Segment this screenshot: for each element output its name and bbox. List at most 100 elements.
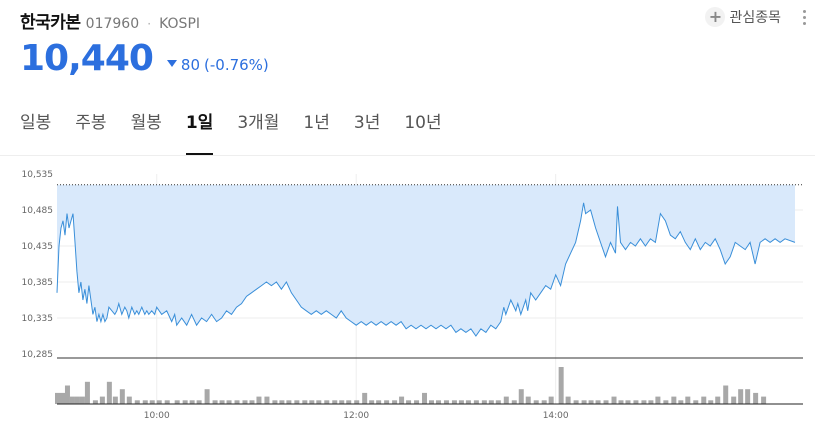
volume-bar	[332, 400, 338, 404]
volume-bar	[761, 396, 767, 404]
volume-bar	[174, 400, 180, 404]
volume-bar	[488, 400, 494, 404]
y-tick-label: 10,335	[22, 314, 54, 324]
period-tabs: 일봉 주봉 월봉 1일 3개월 1년 3년 10년	[20, 108, 466, 155]
volume-bar	[316, 400, 322, 404]
volume-bar	[324, 400, 330, 404]
plus-icon: +	[705, 7, 726, 27]
volume-bar	[663, 400, 669, 404]
volume-bar	[392, 400, 398, 404]
y-tick-label: 10,485	[22, 206, 54, 216]
tab-2[interactable]: 월봉	[131, 108, 162, 154]
volume-bar	[106, 381, 112, 404]
volume-bar	[142, 400, 148, 404]
volume-bar	[234, 400, 240, 404]
volume-bar	[79, 396, 85, 404]
volume-bar	[99, 396, 105, 404]
volume-bar	[618, 400, 624, 404]
price-change: 80 (-0.76%)	[166, 56, 269, 74]
volume-bar	[625, 400, 631, 404]
tab-0[interactable]: 일봉	[20, 108, 51, 154]
stock-code: 017960	[85, 16, 140, 32]
volume-bar	[581, 400, 587, 404]
volume-bar	[346, 400, 352, 404]
tab-3[interactable]: 1일	[185, 108, 214, 155]
price-row: 10,440 80 (-0.76%)	[20, 38, 269, 79]
volume-bar	[399, 396, 405, 404]
volume-bar	[204, 389, 210, 404]
volume-bar	[611, 396, 617, 404]
stock-name: 한국카본	[20, 13, 81, 33]
volume-bar	[678, 400, 684, 404]
volume-bar	[603, 400, 609, 404]
volume-bar	[126, 396, 132, 404]
volume-bar	[272, 400, 278, 404]
y-tick-label: 10,285	[22, 350, 54, 360]
volume-bar	[414, 400, 420, 404]
down-arrow-icon	[166, 60, 177, 67]
volume-bar	[302, 400, 308, 404]
volume-bar	[156, 400, 162, 404]
volume-bar	[435, 400, 441, 404]
volume-bar	[226, 400, 232, 404]
volume-bar	[294, 400, 300, 404]
volume-bar	[588, 400, 594, 404]
volume-bar	[309, 400, 315, 404]
volume-bar	[745, 389, 751, 404]
volume-bar	[376, 400, 382, 404]
y-tick-label: 10,385	[22, 278, 54, 288]
tab-1[interactable]: 주봉	[75, 108, 106, 154]
tab-5[interactable]: 1년	[303, 108, 329, 154]
volume-bar	[565, 396, 571, 404]
volume-bar	[422, 392, 428, 404]
volume-bar	[451, 400, 457, 404]
volume-bar	[503, 396, 509, 404]
volume-bar	[511, 400, 517, 404]
volume-bar	[69, 396, 75, 404]
volume-bar	[738, 389, 744, 404]
volume-bar	[384, 400, 390, 404]
volume-bar	[264, 396, 270, 404]
volume-bar	[708, 400, 714, 404]
tab-4[interactable]: 3개월	[237, 108, 279, 154]
volume-bar	[354, 400, 360, 404]
volume-bar	[59, 392, 65, 404]
volume-bar	[119, 389, 125, 404]
more-options-icon[interactable]	[803, 10, 807, 25]
volume-bar	[525, 396, 531, 404]
volume-bar	[671, 396, 677, 404]
volume-bar	[685, 396, 691, 404]
change-amount: 80	[180, 56, 201, 74]
volume-bar	[428, 400, 434, 404]
volume-bar	[693, 400, 699, 404]
volume-bar	[406, 400, 412, 404]
volume-bar	[339, 400, 345, 404]
volume-bar	[189, 400, 195, 404]
volume-bar	[369, 400, 375, 404]
volume-bar	[701, 396, 707, 404]
volume-bar	[149, 400, 155, 404]
favorite-label: 관심종목	[729, 10, 781, 26]
volume-bar	[548, 396, 554, 404]
volume-bar	[465, 400, 471, 404]
volume-bar	[641, 400, 647, 404]
volume-bar	[633, 400, 639, 404]
volume-bar	[164, 400, 170, 404]
current-price: 10,440	[20, 38, 154, 79]
volume-bar	[134, 400, 140, 404]
volume-bar	[362, 392, 368, 404]
volume-bar	[182, 400, 188, 404]
volume-bar	[212, 400, 218, 404]
volume-bar	[443, 400, 449, 404]
volume-bar	[648, 400, 654, 404]
volume-bar	[723, 385, 729, 404]
volume-bar	[458, 400, 464, 404]
volume-bar	[753, 392, 759, 404]
tab-6[interactable]: 3년	[354, 108, 380, 154]
tab-7[interactable]: 10년	[404, 108, 441, 154]
volume-bar	[242, 400, 248, 404]
volume-bar	[92, 400, 98, 404]
add-favorite-button[interactable]: + 관심종목	[705, 7, 781, 27]
volume-bar	[279, 400, 285, 404]
volume-bar	[541, 400, 547, 404]
